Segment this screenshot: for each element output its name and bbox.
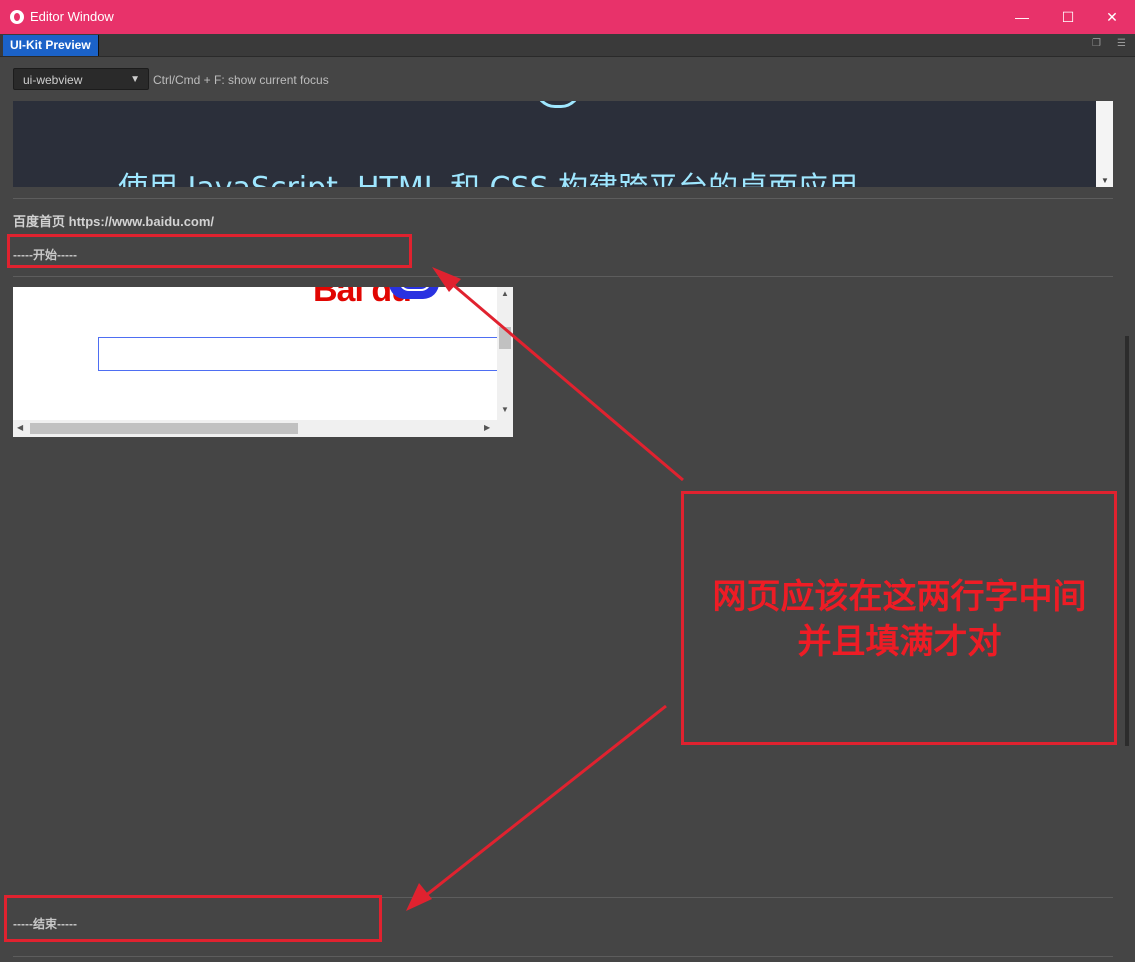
arrow-to-end — [419, 704, 667, 902]
select-value: ui-webview — [23, 73, 83, 87]
webview-scrollbar[interactable]: ▼ — [1096, 101, 1113, 187]
annotation-start-box — [7, 234, 412, 268]
baidu-horizontal-scrollbar[interactable]: ◀ ▶ — [13, 420, 513, 437]
electron-tagline: 使用 JavaScript, HTML 和 CSS 构建跨平台的桌面应用 — [118, 163, 858, 187]
divider — [13, 956, 1113, 957]
minimize-button[interactable]: — — [999, 0, 1045, 34]
window-title: Editor Window — [30, 9, 114, 24]
scroll-up-icon[interactable]: ▲ — [501, 289, 509, 298]
annotation-end-box — [4, 895, 382, 942]
maximize-button[interactable]: ☐ — [1045, 0, 1091, 34]
electron-logo-icon — [535, 101, 581, 108]
tab-bar: UI-Kit Preview ❐ ☰ — [0, 34, 1135, 57]
annotation-note: 网页应该在这两行字中间 并且填满才对 — [683, 575, 1116, 665]
focus-hint: Ctrl/Cmd + F: show current focus — [153, 73, 329, 87]
baidu-url: https://www.baidu.com/ — [68, 214, 215, 229]
divider — [13, 198, 1113, 199]
tab-ui-kit-preview[interactable]: UI-Kit Preview — [3, 35, 99, 56]
app-icon — [10, 10, 24, 24]
chevron-down-icon: ▼ — [130, 74, 140, 85]
scroll-down-icon[interactable]: ▼ — [501, 405, 509, 414]
close-button[interactable]: ✕ — [1089, 0, 1135, 34]
popout-icon[interactable]: ❐ — [1092, 38, 1101, 49]
annotation-line-1: 网页应该在这两行字中间 — [712, 577, 1087, 617]
webview-electron[interactable]: 使用 JavaScript, HTML 和 CSS 构建跨平台的桌面应用 — [13, 101, 1113, 187]
title-bar: Editor Window — ☐ ✕ — [0, 0, 1135, 34]
scroll-down-icon[interactable]: ▼ — [1101, 176, 1109, 185]
scroll-thumb[interactable] — [30, 423, 298, 434]
divider — [13, 276, 1113, 277]
component-select[interactable]: ui-webview ▼ — [13, 68, 149, 90]
annotation-line-2: 并且填满才对 — [797, 622, 1002, 662]
scroll-left-icon[interactable]: ◀ — [17, 423, 23, 432]
webview-baidu[interactable]: Bai du ▲ ▼ ◀ ▶ — [13, 287, 513, 437]
scroll-right-icon[interactable]: ▶ — [484, 423, 490, 432]
baidu-label: 百度首页 https://www.baidu.com/ — [13, 211, 214, 230]
baidu-vertical-scrollbar[interactable]: ▲ ▼ — [497, 287, 513, 420]
baidu-title: 百度首页 — [13, 214, 66, 229]
baidu-search-input[interactable] — [98, 337, 498, 371]
scroll-thumb[interactable] — [499, 327, 511, 349]
menu-icon[interactable]: ☰ — [1117, 38, 1126, 49]
panel-scrollbar[interactable] — [1125, 336, 1129, 746]
